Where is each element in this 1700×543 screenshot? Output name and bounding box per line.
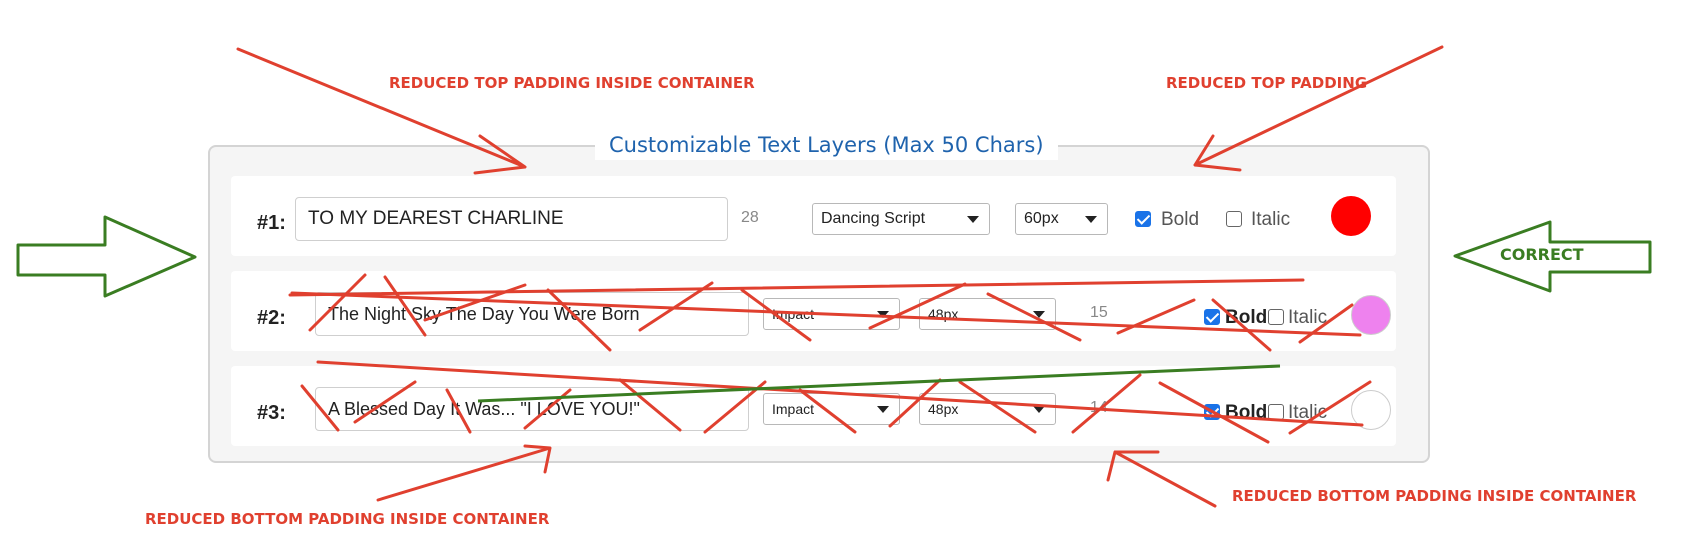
annotation-reduced-bottom-padding-left: REDUCED BOTTOM PADDING INSIDE CONTAINER bbox=[145, 510, 550, 528]
layer-row-1: #1: TO MY DEAREST CHARLINE 28 Dancing Sc… bbox=[231, 176, 1396, 256]
color-swatch[interactable] bbox=[1351, 295, 1391, 335]
char-count: 28 bbox=[741, 209, 759, 226]
italic-label: Italic bbox=[1288, 402, 1328, 423]
font-family-value: Impact bbox=[772, 306, 815, 322]
font-family-select[interactable]: Impact bbox=[763, 298, 900, 330]
color-swatch[interactable] bbox=[1331, 196, 1371, 236]
italic-checkbox[interactable] bbox=[1268, 309, 1284, 325]
layer-row-3: #3: A Blessed Day It Was... "I LOVE YOU!… bbox=[231, 366, 1396, 446]
layer-text-input[interactable]: The Night Sky The Day You Were Born bbox=[315, 292, 749, 336]
font-family-value: Impact bbox=[772, 401, 815, 417]
annotation-reduced-bottom-padding-right: REDUCED BOTTOM PADDING INSIDE CONTAINER bbox=[1232, 487, 1637, 505]
panel-legend: Customizable Text Layers (Max 50 Chars) bbox=[595, 130, 1058, 160]
layer-label: #3: bbox=[257, 402, 286, 424]
font-family-value: Dancing Script bbox=[821, 210, 926, 227]
annotation-reduced-top-padding: REDUCED TOP PADDING bbox=[1166, 74, 1368, 92]
bold-checkbox[interactable] bbox=[1204, 309, 1220, 325]
bold-label: Bold bbox=[1225, 307, 1268, 328]
annotation-reduced-top-padding-inside: REDUCED TOP PADDING INSIDE CONTAINER bbox=[389, 74, 755, 92]
bold-checkbox[interactable] bbox=[1135, 211, 1151, 227]
font-size-select[interactable]: 60px bbox=[1015, 203, 1108, 235]
annotation-correct: CORRECT bbox=[1500, 245, 1584, 264]
font-size-select[interactable]: 48px bbox=[919, 298, 1056, 330]
color-swatch[interactable] bbox=[1351, 390, 1391, 430]
font-family-select[interactable]: Impact bbox=[763, 393, 900, 425]
chevron-down-icon bbox=[877, 311, 889, 318]
chevron-down-icon bbox=[877, 406, 889, 413]
arrow-right-outline-icon bbox=[16, 215, 197, 298]
font-size-value: 48px bbox=[928, 306, 959, 322]
char-count: 15 bbox=[1090, 304, 1108, 321]
bold-label: Bold bbox=[1161, 209, 1200, 230]
layer-text-input[interactable]: A Blessed Day It Was... "I LOVE YOU!" bbox=[315, 387, 749, 431]
italic-label: Italic bbox=[1251, 209, 1291, 230]
italic-checkbox[interactable] bbox=[1226, 211, 1242, 227]
italic-label: Italic bbox=[1288, 307, 1328, 328]
bold-label: Bold bbox=[1225, 402, 1268, 423]
italic-checkbox[interactable] bbox=[1268, 404, 1284, 420]
font-size-select[interactable]: 48px bbox=[919, 393, 1056, 425]
layer-text-input[interactable]: TO MY DEAREST CHARLINE bbox=[295, 197, 728, 241]
layer-row-2: #2: The Night Sky The Day You Were Born … bbox=[231, 271, 1396, 351]
chevron-down-icon bbox=[967, 216, 979, 223]
chevron-down-icon bbox=[1085, 216, 1097, 223]
font-family-select[interactable]: Dancing Script bbox=[812, 203, 990, 235]
chevron-down-icon bbox=[1033, 406, 1045, 413]
bold-checkbox[interactable] bbox=[1204, 404, 1220, 420]
chevron-down-icon bbox=[1033, 311, 1045, 318]
font-size-value: 48px bbox=[928, 401, 959, 417]
char-count: 14 bbox=[1090, 399, 1108, 416]
layer-label: #2: bbox=[257, 307, 286, 329]
font-size-value: 60px bbox=[1024, 210, 1059, 227]
layer-label: #1: bbox=[257, 212, 286, 234]
